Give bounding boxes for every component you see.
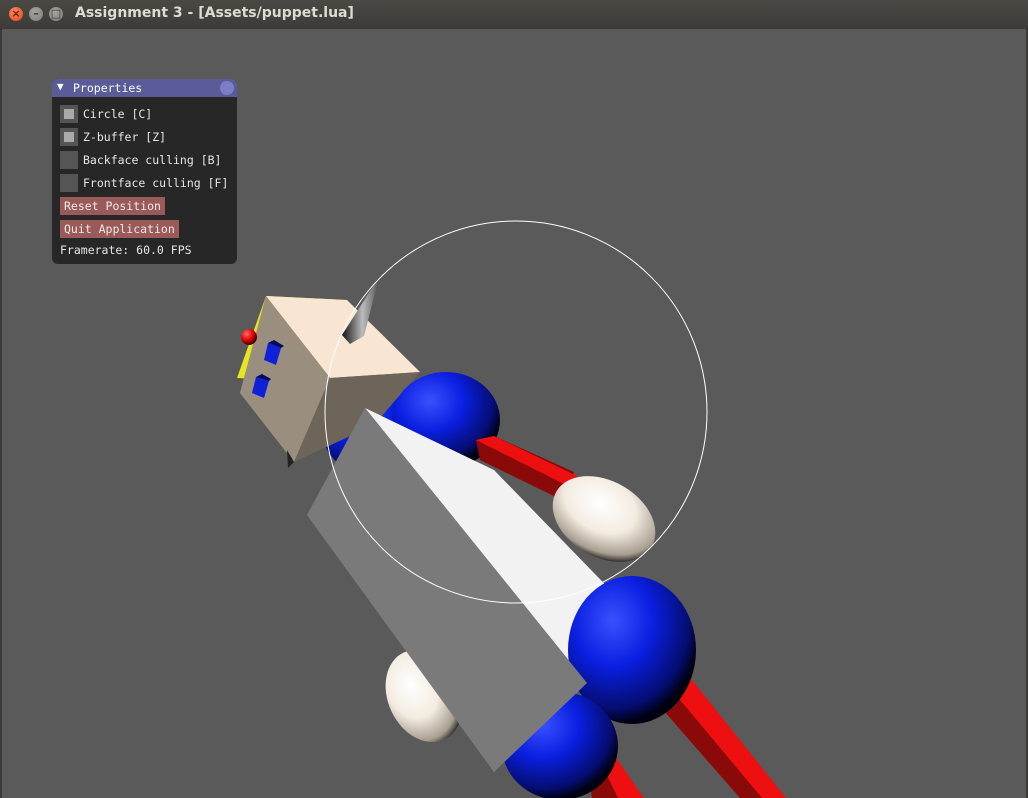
minimize-icon: – bbox=[33, 7, 39, 20]
quit-application-button[interactable]: Quit Application bbox=[60, 220, 179, 238]
reset-position-button[interactable]: Reset Position bbox=[60, 197, 165, 215]
panel-close-icon[interactable] bbox=[220, 81, 234, 95]
minimize-window-button[interactable]: – bbox=[29, 7, 43, 21]
collapse-arrow-icon[interactable]: ▼ bbox=[57, 80, 64, 93]
frontface-culling-option-label: Frontface culling [F] bbox=[83, 176, 229, 190]
properties-panel-title: Properties bbox=[73, 81, 143, 95]
framerate-readout: Framerate: 60.0 FPS bbox=[60, 243, 192, 257]
frontface-culling-checkbox[interactable] bbox=[60, 174, 78, 192]
close-window-button[interactable]: × bbox=[9, 7, 23, 21]
zbuffer-checkbox[interactable] bbox=[60, 128, 78, 146]
properties-panel[interactable]: ▼ Properties Circle [C] Z-buffer [Z] Bac… bbox=[52, 79, 237, 264]
maximize-window-button[interactable]: □ bbox=[49, 7, 63, 21]
backface-culling-option-label: Backface culling [B] bbox=[83, 153, 222, 167]
maximize-icon: □ bbox=[50, 7, 62, 20]
close-icon: × bbox=[11, 7, 21, 20]
circle-checkbox[interactable] bbox=[60, 105, 78, 123]
circle-option-label: Circle [C] bbox=[83, 107, 153, 121]
zbuffer-option-label: Z-buffer [Z] bbox=[83, 130, 167, 144]
nose-sphere bbox=[241, 329, 257, 345]
backface-culling-checkbox[interactable] bbox=[60, 151, 78, 169]
title-bar[interactable]: × – □ Assignment 3 - [Assets/puppet.lua] bbox=[0, 0, 1028, 30]
application-window: × – □ Assignment 3 - [Assets/puppet.lua] bbox=[0, 0, 1028, 798]
properties-panel-header[interactable]: ▼ Properties bbox=[52, 79, 237, 97]
window-title: Assignment 3 - [Assets/puppet.lua] bbox=[75, 5, 354, 21]
